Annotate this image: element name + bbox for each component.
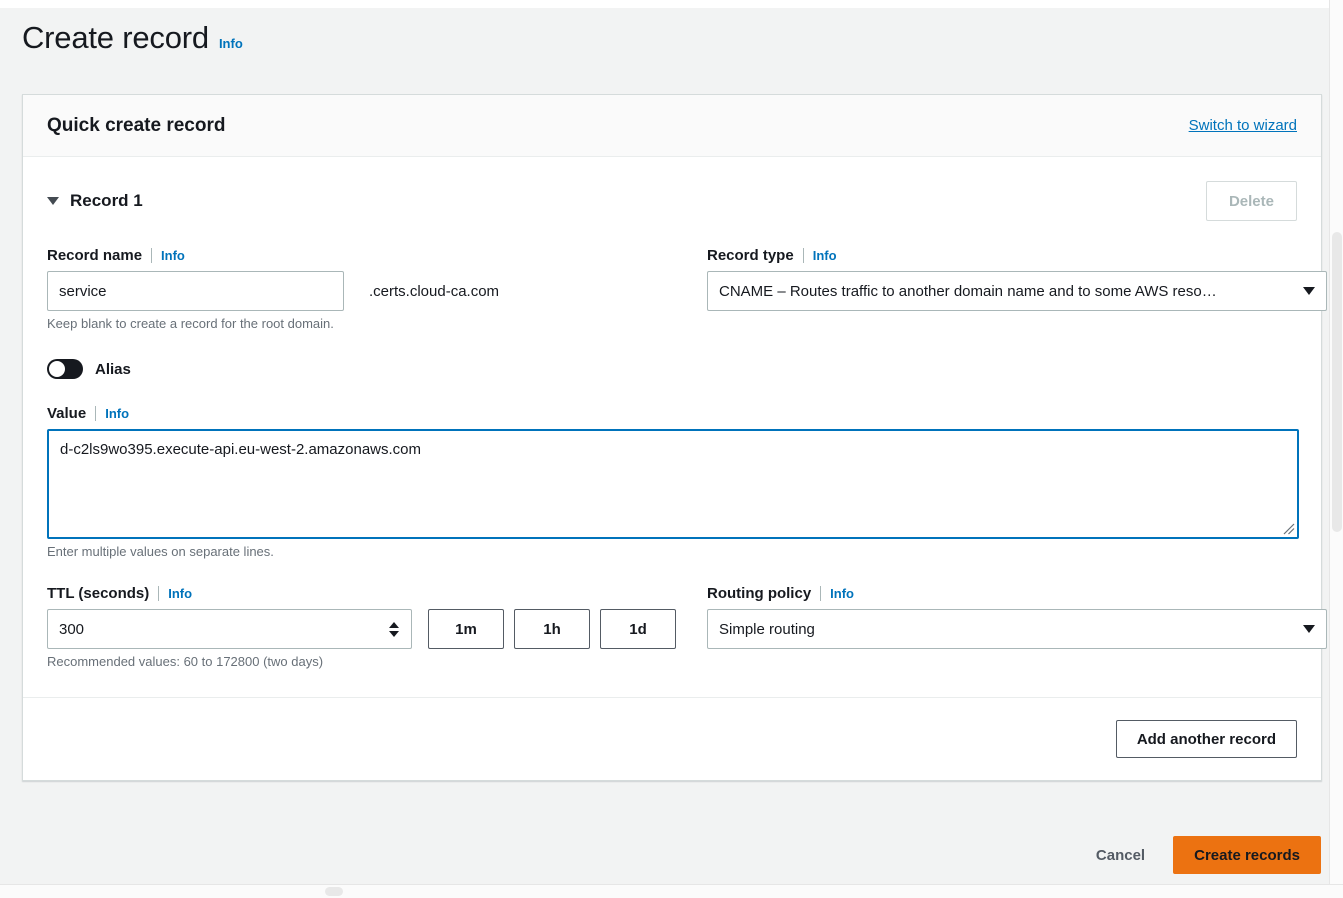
vertical-scrollbar[interactable] <box>1329 0 1343 898</box>
ttl-label: TTL (seconds) <box>47 585 150 602</box>
vertical-scrollbar-thumb[interactable] <box>1332 232 1342 532</box>
chevron-up-icon <box>389 621 399 628</box>
ttl-quick-1m-button[interactable]: 1m <box>428 609 504 649</box>
ttl-spinner[interactable] <box>386 616 402 642</box>
label-divider <box>158 586 160 601</box>
delete-record-button[interactable]: Delete <box>1205 181 1297 221</box>
record-type-select[interactable]: CNAME – Routes traffic to another domain… <box>707 271 1327 311</box>
ttl-quick-1d-button[interactable]: 1d <box>600 609 676 649</box>
domain-suffix-label: .certs.cloud-ca.com <box>369 282 500 300</box>
ttl-help-text: Recommended values: 60 to 172800 (two da… <box>47 654 324 669</box>
top-strip <box>0 0 1343 8</box>
alias-toggle-knob <box>49 361 65 377</box>
alias-toggle-row: Alias <box>47 359 1297 379</box>
record-name-input[interactable] <box>47 271 344 311</box>
record-name-label: Record name <box>47 247 143 264</box>
ttl-controls: 1m 1h 1d <box>47 609 707 649</box>
label-divider <box>151 248 153 263</box>
record-type-field: Record type Info CNAME – Routes traffic … <box>707 247 1327 331</box>
value-textarea-wrap <box>47 429 1299 539</box>
ttl-input[interactable] <box>47 609 412 649</box>
routing-policy-label-row: Routing policy Info <box>707 585 1327 602</box>
record-name-info-link[interactable]: Info <box>161 248 185 263</box>
record-disclosure-toggle[interactable]: Record 1 <box>47 191 143 211</box>
card-header: Quick create record Switch to wizard <box>23 95 1321 157</box>
switch-to-wizard-link[interactable]: Switch to wizard <box>1189 117 1297 134</box>
chevron-down-icon <box>389 630 399 637</box>
record-type-info-link[interactable]: Info <box>813 248 837 263</box>
value-label: Value <box>47 405 87 422</box>
create-record-page: Create record Info Quick create record S… <box>0 0 1343 898</box>
ttl-info-link[interactable]: Info <box>168 586 192 601</box>
record-name-help-text: Keep blank to create a record for the ro… <box>47 316 334 331</box>
record-name-input-row: .certs.cloud-ca.com <box>47 271 707 311</box>
routing-policy-label: Routing policy <box>707 585 812 602</box>
ttl-quick-1h-button[interactable]: 1h <box>514 609 590 649</box>
ttl-field: TTL (seconds) Info 1m <box>47 585 707 669</box>
ttl-routing-row: TTL (seconds) Info 1m <box>47 585 1327 669</box>
ttl-stepper <box>47 609 412 649</box>
routing-policy-select[interactable]: Simple routing <box>707 609 1327 649</box>
record-type-label: Record type <box>707 247 794 264</box>
value-info-link[interactable]: Info <box>105 406 129 421</box>
chevron-down-icon <box>47 197 59 205</box>
page-header: Create record Info <box>22 22 243 53</box>
value-textarea[interactable] <box>47 429 1299 539</box>
routing-policy-selected-value: Simple routing <box>719 620 815 638</box>
record-name-field: Record name Info .certs.cloud-ca.com Kee… <box>47 247 707 331</box>
page-title: Create record <box>22 20 209 55</box>
horizontal-scrollbar[interactable] <box>0 884 1343 898</box>
card-heading: Quick create record <box>47 114 226 136</box>
record-title: Record 1 <box>70 191 143 210</box>
chevron-down-icon <box>1303 287 1315 295</box>
record-name-label-row: Record name Info <box>47 247 707 264</box>
horizontal-scrollbar-thumb[interactable] <box>325 887 343 896</box>
label-divider <box>95 406 97 421</box>
routing-policy-select-wrap: Simple routing <box>707 609 1327 649</box>
card-body: Record 1 Delete Record name Info .certs.… <box>23 157 1327 697</box>
alias-toggle[interactable] <box>47 359 83 379</box>
record-type-label-row: Record type Info <box>707 247 1327 264</box>
quick-create-record-card: Quick create record Switch to wizard Rec… <box>22 94 1327 781</box>
ttl-quick-buttons: 1m 1h 1d <box>428 609 676 649</box>
label-divider <box>820 586 822 601</box>
alias-label: Alias <box>95 360 131 378</box>
record-type-select-wrap: CNAME – Routes traffic to another domain… <box>707 271 1327 311</box>
value-help-text: Enter multiple values on separate lines. <box>47 544 274 559</box>
cancel-button[interactable]: Cancel <box>1078 836 1163 874</box>
page-actions: Cancel Create records <box>1078 836 1321 874</box>
record-header-row: Record 1 Delete <box>47 181 1297 221</box>
label-divider <box>802 248 804 263</box>
add-another-record-button[interactable]: Add another record <box>1115 720 1297 758</box>
create-records-button[interactable]: Create records <box>1173 836 1321 874</box>
value-label-row: Value Info <box>47 405 1297 422</box>
record-type-selected-value: CNAME – Routes traffic to another domain… <box>719 282 1217 300</box>
ttl-label-row: TTL (seconds) Info <box>47 585 707 602</box>
chevron-down-icon <box>1303 625 1315 633</box>
routing-policy-field: Routing policy Info Simple routing <box>707 585 1327 669</box>
routing-policy-info-link[interactable]: Info <box>830 586 854 601</box>
page-info-link[interactable]: Info <box>219 36 243 51</box>
value-field: Value Info Enter multiple values on sepa… <box>47 405 1299 559</box>
name-type-row: Record name Info .certs.cloud-ca.com Kee… <box>47 247 1327 331</box>
card-footer: Add another record <box>23 697 1321 780</box>
